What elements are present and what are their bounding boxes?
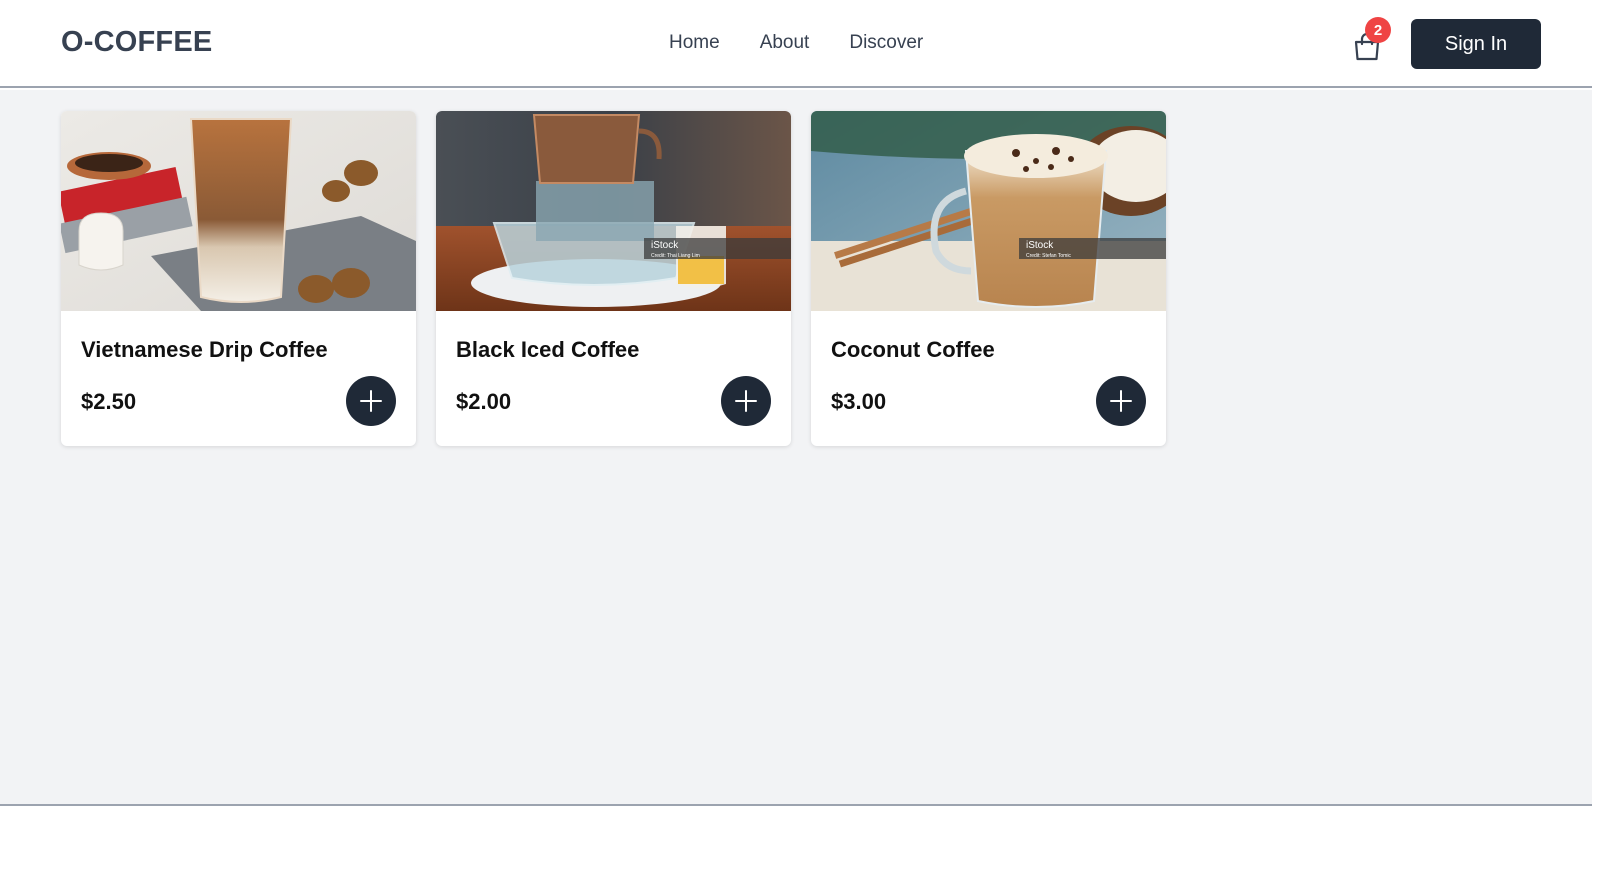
cart-count-badge: 2 — [1365, 17, 1391, 43]
product-name: Vietnamese Drip Coffee — [81, 337, 328, 362]
product-name: Black Iced Coffee — [456, 337, 640, 362]
add-to-cart-button[interactable] — [721, 376, 771, 426]
product-price: $2.50 — [81, 389, 137, 414]
product-area: Vietnamese Drip Coffee $2.50 iStock Cred… — [0, 90, 1592, 806]
product-image-coconut-coffee: iStock Credit: Stefan Tomic — [811, 111, 1166, 311]
add-to-cart-button[interactable] — [346, 376, 396, 426]
sign-in-button[interactable]: Sign In — [1411, 19, 1541, 69]
nav-link-home[interactable]: Home — [669, 32, 720, 54]
watermark-text: iStock — [1026, 240, 1054, 251]
product-card: Vietnamese Drip Coffee $2.50 — [61, 111, 416, 446]
plus-icon — [735, 390, 757, 412]
nav-link-discover[interactable]: Discover — [849, 32, 923, 54]
plus-icon — [1110, 390, 1132, 412]
main-nav: Home About Discover — [669, 32, 923, 54]
plus-icon — [360, 390, 382, 412]
product-image-black-iced-coffee: iStock Credit: Thai Liang Lim — [436, 111, 791, 311]
product-image-vietnamese-drip-coffee — [61, 111, 416, 311]
product-name: Coconut Coffee — [831, 337, 995, 362]
product-card: iStock Credit: Thai Liang Lim Black Iced… — [436, 111, 791, 446]
product-grid: Vietnamese Drip Coffee $2.50 iStock Cred… — [61, 111, 1166, 446]
site-logo[interactable]: O-COFFEE — [61, 26, 212, 59]
top-navbar: O-COFFEE Home About Discover 2 Sign In — [0, 0, 1592, 88]
credit-text: Credit: Stefan Tomic — [1026, 253, 1071, 259]
watermark-text: iStock — [651, 240, 679, 251]
product-price: $3.00 — [831, 389, 887, 414]
credit-text: Credit: Thai Liang Lim — [651, 253, 700, 259]
product-price: $2.00 — [456, 389, 512, 414]
product-card: iStock Credit: Stefan Tomic Coconut Coff… — [811, 111, 1166, 446]
nav-link-about[interactable]: About — [760, 32, 810, 54]
add-to-cart-button[interactable] — [1096, 376, 1146, 426]
